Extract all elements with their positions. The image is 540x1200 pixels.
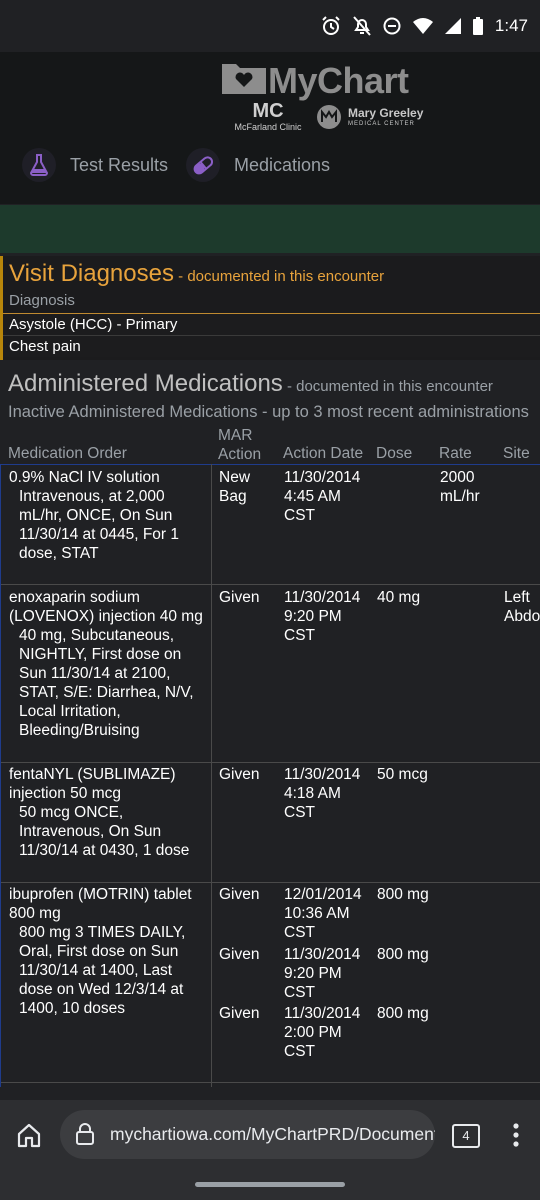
dose-cell: 800 mg [377, 946, 429, 963]
column-header-mar-action: MAR Action [218, 426, 261, 464]
table-column-divider [211, 464, 212, 1087]
mary-greeley-logo: Mary Greeley MEDICAL CENTER [316, 104, 426, 136]
table-row-medication-order: ibuprofen (MOTRIN) tablet 800 mg 800 mg … [9, 885, 209, 1018]
action-date-cell: 11/30/2014 9:20 PM CST [284, 946, 361, 1001]
mar-action-cell: Given [219, 886, 260, 903]
medication-name: enoxaparin sodium (LOVENOX) injection 40… [9, 589, 203, 625]
clock-time: 1:47 [494, 16, 528, 35]
administered-medications-table: 0.9% NaCl IV solution Intravenous, at 2,… [0, 464, 540, 1087]
lock-icon [76, 1123, 94, 1150]
tab-switcher-button[interactable]: 4 [452, 1124, 480, 1148]
table-divider [1, 584, 540, 585]
mcfarland-clinic-logo: MC McFarland Clinic [228, 100, 308, 140]
medication-name: fentaNYL (SUBLIMAZE) injection 50 mcg [9, 766, 176, 802]
table-divider [1, 882, 540, 883]
action-date-cell: 11/30/2014 4:45 AM CST [284, 469, 361, 524]
site-cell: Left Abdo [504, 589, 540, 625]
table-divider [1, 1082, 540, 1083]
action-date-cell: 11/30/2014 2:00 PM CST [284, 1005, 361, 1060]
table-row-medication-order: fentaNYL (SUBLIMAZE) injection 50 mcg 50… [9, 765, 209, 860]
visit-diagnoses-heading: Visit Diagnoses [9, 260, 174, 287]
wifi-icon [412, 18, 433, 34]
clinic-initials: MC [252, 100, 284, 122]
mar-action-cell: New Bag [219, 469, 251, 505]
table-row-medication-order: enoxaparin sodium (LOVENOX) injection 40… [9, 588, 209, 740]
medication-detail: 40 mg, Subcutaneous, NIGHTLY, First dose… [19, 627, 194, 739]
mar-action-cell: Given [219, 946, 260, 963]
table-divider [1, 464, 540, 465]
notifications-off-icon [353, 16, 371, 36]
medication-name: 0.9% NaCl IV solution [9, 469, 160, 486]
medication-detail: 50 mcg ONCE, Intravenous, On Sun 11/30/1… [19, 804, 190, 859]
inactive-medications-caption: Inactive Administered Medications - up t… [8, 403, 529, 421]
column-header-dose: Dose [376, 445, 413, 462]
dose-cell: 40 mg [377, 589, 421, 606]
nav-test-results-label: Test Results [70, 154, 169, 175]
visit-diagnoses-section: Visit Diagnoses - documented in this enc… [0, 256, 540, 360]
app-name: MyChart [268, 60, 409, 101]
clinic-name: McFarland Clinic [234, 122, 302, 132]
diagnosis-row: Chest pain [3, 335, 540, 357]
rate-cell: 2000 mL/hr [440, 469, 480, 505]
column-header-medication-order: Medication Order [8, 445, 127, 462]
action-date-cell: 12/01/2014 10:36 AM CST [284, 886, 362, 941]
banner-band [0, 205, 540, 253]
medication-detail: 800 mg 3 TIMES DAILY, Oral, First dose o… [19, 924, 186, 1017]
do-not-disturb-icon [383, 17, 401, 35]
status-bar: 1:47 [0, 0, 540, 52]
mar-action-cell: Given [219, 1005, 260, 1022]
mar-action-cell: Given [219, 766, 260, 783]
folder-heart-icon [222, 58, 266, 99]
column-header-mar-action-line1: MAR [218, 427, 253, 444]
signal-icon [444, 18, 461, 34]
column-header-rate: Rate [439, 445, 472, 462]
action-date-cell: 11/30/2014 9:20 PM CST [284, 589, 361, 644]
pill-icon [186, 148, 220, 182]
nav-test-results[interactable]: Test Results [22, 147, 168, 183]
browser-toolbar: mychartiowa.com/MyChartPRD/Document 4 [0, 1100, 540, 1170]
app-header: MyChart MC McFarland Clinic Mary Greeley… [0, 52, 540, 204]
address-bar[interactable]: mychartiowa.com/MyChartPRD/Document [60, 1110, 435, 1159]
flask-icon [22, 148, 56, 182]
administered-medications-subtitle: - documented in this encounter [282, 378, 493, 395]
gesture-handle[interactable] [195, 1182, 345, 1187]
mychart-logo[interactable]: MyChart MC McFarland Clinic Mary Greeley… [220, 54, 430, 144]
nav-medications[interactable]: Medications [186, 147, 330, 183]
dose-cell: 50 mcg [377, 766, 428, 783]
action-date-cell: 11/30/2014 4:18 AM CST [284, 766, 361, 821]
center-name: Mary Greeley [348, 106, 424, 120]
nav-medications-label: Medications [234, 154, 331, 175]
battery-icon [472, 17, 483, 35]
diagnosis-row: Asystole (HCC) - Primary [3, 313, 540, 335]
home-icon[interactable] [16, 1122, 42, 1153]
table-divider [1, 762, 540, 763]
table-row-medication-order: 0.9% NaCl IV solution Intravenous, at 2,… [9, 468, 209, 563]
column-header-mar-action-line2: Action [218, 446, 262, 463]
column-header-site: Site [503, 445, 530, 462]
column-header-action-date: Action Date [283, 445, 364, 462]
mary-greeley-emblem-icon [317, 105, 341, 129]
center-sub: MEDICAL CENTER [348, 121, 415, 127]
url-text: mychartiowa.com/MyChartPRD/Document [110, 1124, 435, 1144]
more-vert-icon[interactable] [512, 1122, 520, 1153]
alarm-icon [321, 16, 341, 36]
medication-detail: Intravenous, at 2,000 mL/hr, ONCE, On Su… [19, 488, 179, 562]
visit-diagnoses-title: Visit Diagnoses - documented in this enc… [9, 260, 384, 288]
dose-cell: 800 mg [377, 886, 429, 903]
dose-cell: 800 mg [377, 1005, 429, 1022]
gesture-bar [0, 1170, 540, 1200]
mar-action-cell: Given [219, 589, 260, 606]
medication-name: ibuprofen (MOTRIN) tablet 800 mg [9, 886, 192, 922]
administered-medications-heading: Administered Medications [8, 370, 283, 397]
visit-diagnoses-subtitle: - documented in this encounter [173, 268, 385, 285]
administered-medications-title: Administered Medications - documented in… [8, 370, 493, 398]
diagnosis-column-header: Diagnosis [9, 292, 75, 309]
